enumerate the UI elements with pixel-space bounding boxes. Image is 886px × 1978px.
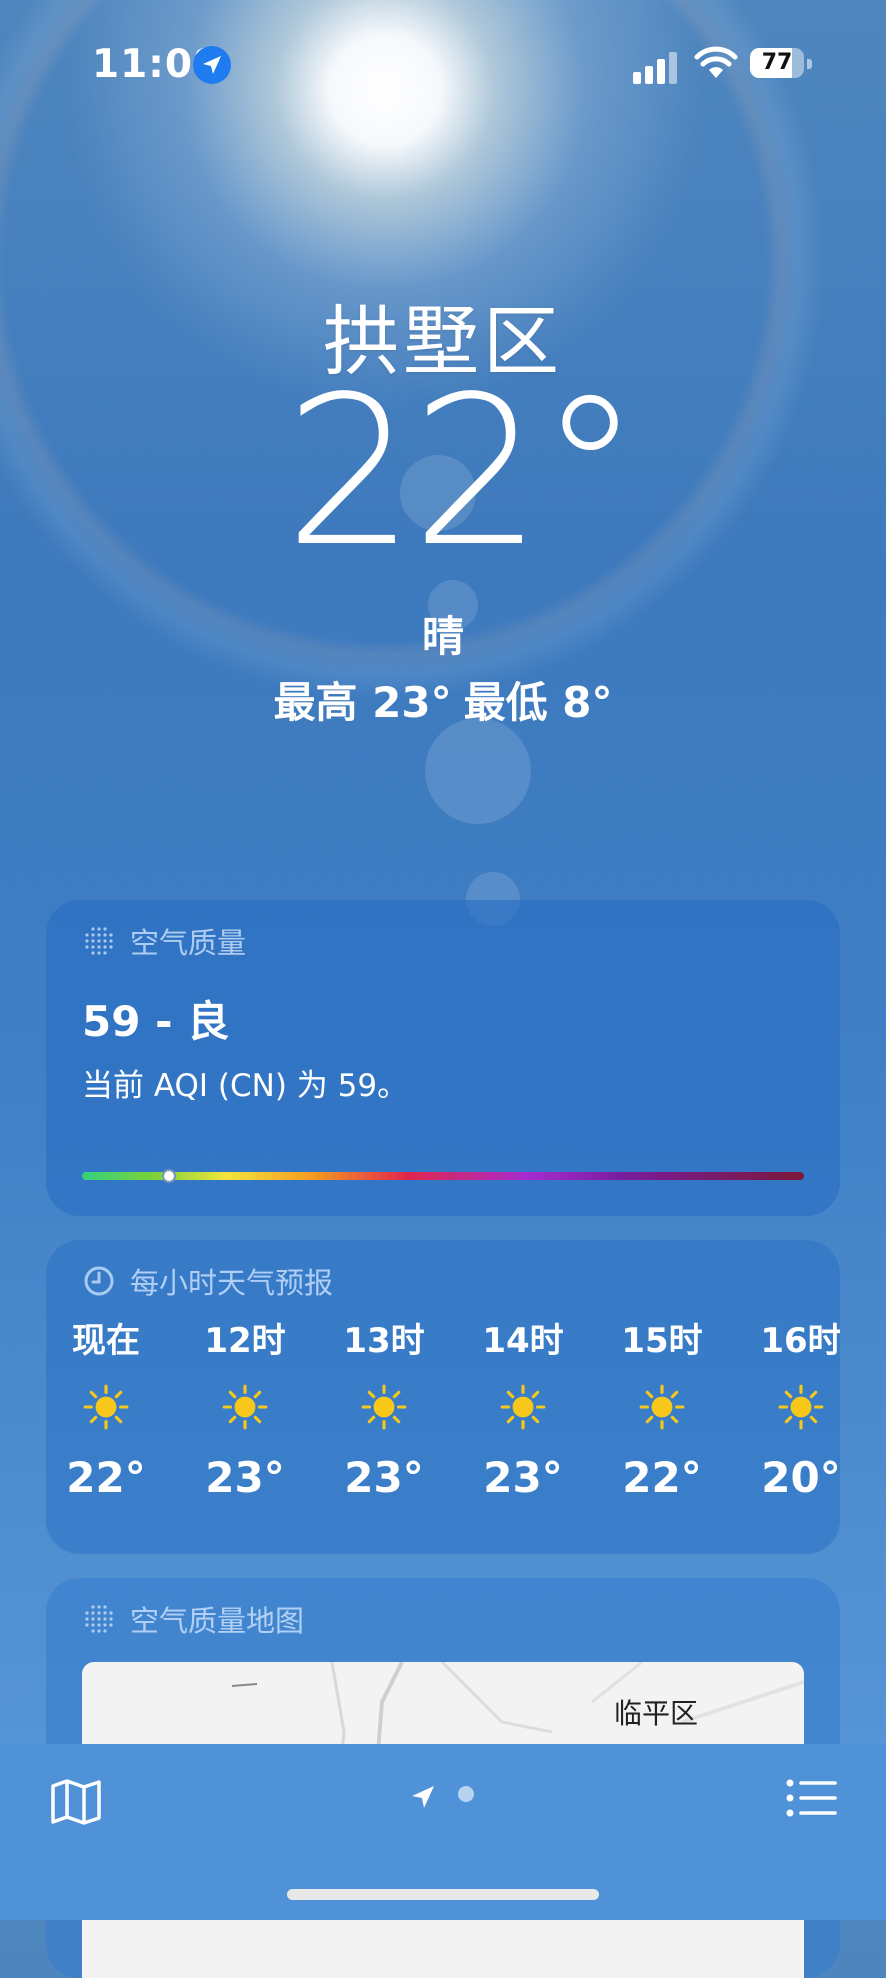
location-services-icon [193,46,231,84]
location-arrow-icon[interactable] [410,1784,436,1810]
hourly-forecast-header: 每小时天气预报 [82,1260,333,1302]
clock-icon [84,1266,114,1296]
air-quality-dots-icon [85,1605,113,1633]
current-temperature: 22° [284,352,641,592]
sun-icon [185,1366,305,1448]
battery-cap [807,59,812,69]
hour-label: 15时 [621,1321,703,1361]
sun-icon [741,1366,840,1448]
high-temperature: 最高 23° [273,678,452,727]
sun-icon [324,1366,444,1448]
aqi-scale-indicator [161,1169,176,1183]
hourly-forecast-item: 15时 22° [602,1316,722,1508]
air-quality-title: 空气质量 [130,926,247,960]
hour-temperature: 23° [205,1453,285,1502]
air-quality-map-title: 空气质量地图 [130,1604,305,1638]
hourly-forecast-title: 每小时天气预报 [130,1266,334,1300]
sun-icon [602,1366,722,1448]
status-bar: 11:08 77 [0,40,886,92]
lens-flare [425,718,531,824]
high-low-temperature: 最高 23° 最低 8° [0,669,886,730]
hour-label: 12时 [204,1321,286,1361]
battery-icon: 77 [750,48,804,78]
page-indicator-dot[interactable] [458,1786,474,1802]
list-icon[interactable] [786,1778,838,1818]
low-temperature: 最低 8° [463,678,613,727]
hour-label: 现在 [72,1321,140,1361]
weather-condition: 晴 [421,612,464,661]
cellular-signal-icon [633,50,679,84]
battery-percent: 77 [761,50,793,75]
air-quality-header: 空气质量 [82,920,246,962]
hourly-forecast-item: 14时 23° [463,1316,583,1508]
hour-temperature: 20° [761,1453,840,1502]
hourly-forecast-item: 12时 23° [185,1316,305,1508]
wifi-icon [694,46,738,78]
air-quality-map-header: 空气质量地图 [82,1598,304,1640]
air-quality-dots-icon [85,927,113,955]
aqi-description: 当前 AQI (CN) 为 59。 [82,1068,409,1104]
home-indicator[interactable] [287,1889,599,1900]
hourly-forecast-item: 16时 20° [741,1316,840,1508]
sun-icon [463,1366,583,1448]
hourly-forecast-card[interactable]: 每小时天气预报 现在 22° 12时 23° 13时 23° 14时 23° 15时 22° 16时… [46,1240,840,1554]
hour-temperature: 23° [344,1453,424,1502]
hour-label: 16时 [760,1321,840,1361]
map-icon[interactable] [50,1778,102,1826]
hour-label: 14时 [482,1321,564,1361]
aqi-value: 59 - 良 [82,997,230,1046]
aqi-scale-bar [82,1169,804,1183]
sun-icon [46,1366,166,1448]
hour-temperature: 22° [66,1453,146,1502]
air-quality-card[interactable]: 空气质量 59 - 良 当前 AQI (CN) 为 59。 [46,900,840,1216]
hour-label: 13时 [343,1321,425,1361]
hour-temperature: 22° [622,1453,702,1502]
hourly-forecast-item: 13时 23° [324,1316,444,1508]
map-district-label: 临平区 [614,1697,699,1730]
hourly-forecast-item: 现在 22° [46,1316,166,1508]
hour-temperature: 23° [483,1453,563,1502]
hourly-forecast-list[interactable]: 现在 22° 12时 23° 13时 23° 14时 23° 15时 22° 16时 20° [46,1316,840,1536]
